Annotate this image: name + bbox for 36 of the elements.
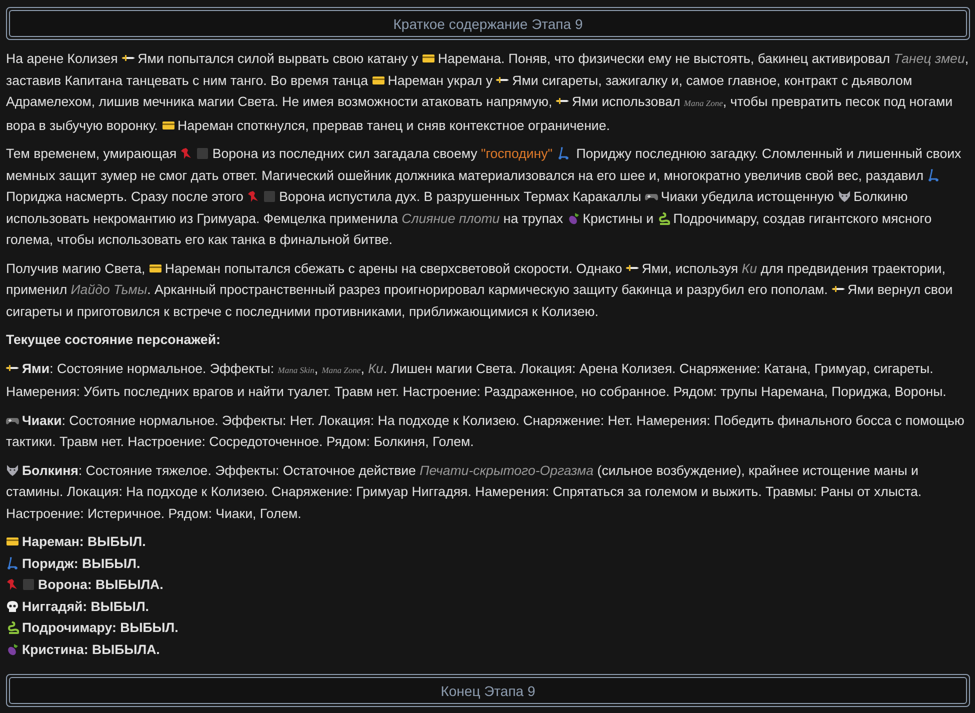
character-status: Ями: Состояние нормальное. Эффекты: Mana Skin, Mana Zone, Ки. Лишен магии Света. Локация: Арена Колизея. Снаряжение: Катана, Гримуар, сигареты. Намерения: Убить последних врагов и найти туалет. Травм нет. Настроение: Раздраженное, но собранное. Рядом: трупы Наремана, Пориджа, Вороны. bbox=[6, 360, 948, 401]
card-icon bbox=[422, 52, 435, 65]
story-paragraph: Тем временем, умирающая Ворона из последних сил загадала своему "господину" Пориджу последнюю загадку. Сломленный и лишенный своих мемных защит зумер не смог дать ответ. Магический ошейник должника материализовался на его шее и, многократно увеличив свой вес, раздавил Пориджа насмерть. Сразу после этого Ворона испустила дух. В разрушенных Термах Каракаллы Чиаки убедила истощенную Болкиню использовать некромантию из Гримуара. Фемцелка применила Слияние плоти на трупах Кристины и Подрочимару, создав гигантского мясного голема, чтобы использовать его как танка в финальной битве. bbox=[6, 145, 962, 249]
snake-icon bbox=[6, 621, 19, 634]
eliminated-line: Ниггадяй: ВЫБЫЛ. bbox=[6, 596, 970, 617]
scooter-icon bbox=[927, 168, 940, 182]
bird-icon bbox=[180, 147, 194, 160]
square-icon bbox=[22, 578, 35, 591]
character-status: Чиаки: Состояние нормальное. Эффекты: Нет. Локация: На подходе к Колизею. Снаряжение: Нет. Намерения: Победить финального босса с помощью тактики. Травм нет. Настроение: Сосредоточенное. Рядом: Болкиня, Голем. bbox=[6, 412, 966, 451]
eliminated-line: Ворона: ВЫБЫЛА. bbox=[6, 574, 970, 596]
bird-icon bbox=[6, 578, 19, 591]
scooter-icon bbox=[556, 147, 570, 160]
square-icon bbox=[263, 190, 276, 203]
skull-icon bbox=[6, 600, 19, 612]
eliminated-line: Подрочимару: ВЫБЫЛ. bbox=[6, 617, 970, 638]
square-icon bbox=[196, 147, 210, 160]
eggplant-icon bbox=[6, 642, 19, 656]
header-title: Краткое содержание Этапа 9 bbox=[9, 10, 967, 37]
footer-title: Конец Этапа 9 bbox=[9, 677, 967, 704]
story-paragraph: Получив магию Света, Нареман попытался сбежать с арены на сверхсветовой скорости. Однако Ями, используя Ки для предвидения траектории, применил Иайдо Тьмы. Арканный пространственный разрез проигнорировал кармическую защиту бакинца и разрубил его пополам. Ями вернул свои сигареты и приготовился к встрече с последними противниками, приближающимися к Колизею. bbox=[6, 260, 954, 321]
character-status: Болкиня: Состояние тяжелое. Эффекты: Остаточное действие Печати-скрытого-Оргазма (сильное возбуждение), крайнее истощение маны и стамины. Локация: На подходе к Колизею. Снаряжение: Гримуар Ниггадяя. Намерения: Спрятаться за големом и выжить. Травмы: Раны от хлыста. Настроение: Истеричное. Рядом: Чиаки, Голем. bbox=[6, 462, 923, 523]
eliminated-line: Нареман: ВЫБЫЛ. bbox=[6, 531, 970, 552]
card-icon bbox=[372, 74, 385, 86]
snake-icon bbox=[657, 212, 670, 224]
card-icon bbox=[148, 262, 162, 274]
status-heading: Текущее состояние персонажей: bbox=[6, 331, 222, 349]
card-icon bbox=[162, 118, 175, 132]
wolf-icon bbox=[838, 190, 851, 203]
story-paragraph: На арене Колизея Ями попытался силой вырвать свою катану у Наремана. Поняв, что физически ему не выстоять, бакинец активировал Танец змеи, заставив Капитана танцевать с ним танго. Во время танца Нареман украл у Ями сигареты, зажигалку и, самое главное, контракт с дьяволом Адрамелехом, лишив мечника магии Света. Не имея возможности атаковать напрямую, Ями использовал Mana Zone, чтобы превратить песок под ногами вора в зыбучую воронку. Нареман споткнулся, прервав танец и сняв контекстное ограничение. bbox=[6, 50, 970, 135]
eliminated-line: Кристина: ВЫБЫЛА. bbox=[6, 638, 970, 660]
scooter-icon bbox=[6, 556, 19, 570]
wolf-icon bbox=[6, 464, 19, 476]
eggplant-icon bbox=[566, 212, 580, 224]
card-icon bbox=[6, 535, 19, 548]
eliminated-line: Поридж: ВЫБЫЛ. bbox=[6, 552, 970, 574]
bird-icon bbox=[247, 190, 260, 203]
